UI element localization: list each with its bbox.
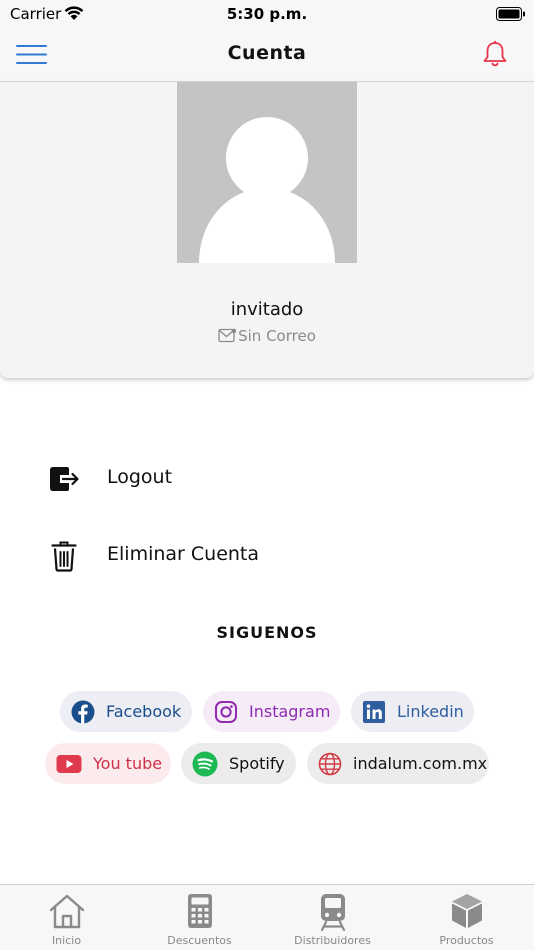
linkedin-icon	[363, 700, 385, 723]
user-placeholder-icon	[199, 117, 335, 263]
instagram-link[interactable]: Instagram	[203, 691, 340, 732]
tab-descuentos-label: Descuentos	[167, 934, 232, 947]
avatar	[177, 82, 357, 263]
email-label: Sin Correo	[238, 327, 316, 345]
spotify-link[interactable]: Spotify	[181, 743, 296, 784]
bell-icon[interactable]	[482, 40, 508, 68]
spotify-icon	[192, 751, 218, 776]
profile-name: invitado	[230, 299, 304, 320]
battery-icon	[496, 7, 525, 21]
tab-distribuidores[interactable]: Distribuidores	[266, 885, 399, 950]
tab-productos-label: Productos	[439, 934, 494, 947]
nav-bar: Cuenta	[0, 28, 534, 82]
website-link[interactable]: indalum.com.mx	[307, 743, 489, 784]
spotify-label: Spotify	[229, 754, 285, 773]
page-title: Cuenta	[227, 42, 307, 64]
website-label: indalum.com.mx	[353, 754, 488, 773]
home-icon	[49, 894, 84, 929]
tab-distribuidores-label: Distribuidores	[294, 934, 371, 947]
instagram-icon	[215, 700, 237, 723]
delete-account-row[interactable]: Eliminar Cuenta	[0, 527, 534, 583]
logout-label: Logout	[107, 466, 173, 488]
youtube-label: You tube	[93, 754, 163, 773]
email-row: Sin Correo	[0, 327, 534, 345]
tab-bar: Inicio Descuentos Distribuidores Product…	[0, 884, 534, 950]
train-icon	[320, 894, 345, 931]
logout-icon	[50, 467, 79, 491]
follow-title: SIGUENOS	[216, 623, 318, 642]
tab-descuentos[interactable]: Descuentos	[133, 885, 266, 950]
trash-icon	[51, 541, 77, 572]
facebook-link[interactable]: Facebook	[60, 691, 192, 732]
tab-productos[interactable]: Productos	[400, 885, 533, 950]
tab-inicio-label: Inicio	[51, 934, 82, 947]
facebook-label: Facebook	[106, 702, 182, 721]
profile-card: invitado Sin Correo	[0, 82, 534, 378]
instagram-label: Instagram	[249, 702, 331, 721]
mail-icon	[218, 328, 237, 343]
facebook-icon	[71, 700, 95, 723]
delete-account-label: Eliminar Cuenta	[107, 543, 260, 565]
box-icon	[451, 894, 482, 928]
youtube-icon	[56, 754, 82, 773]
youtube-link[interactable]: You tube	[45, 743, 171, 784]
globe-icon	[318, 752, 342, 775]
tab-inicio[interactable]: Inicio	[0, 885, 133, 950]
linkedin-label: Linkedin	[397, 702, 464, 721]
status-time: 5:30 p.m.	[226, 5, 308, 23]
hamburger-menu-icon[interactable]	[16, 44, 48, 66]
status-bar: Carrier 5:30 p.m.	[0, 0, 534, 28]
linkedin-link[interactable]: Linkedin	[351, 691, 474, 732]
logout-row[interactable]: Logout	[0, 450, 534, 506]
calculator-icon	[187, 894, 212, 928]
